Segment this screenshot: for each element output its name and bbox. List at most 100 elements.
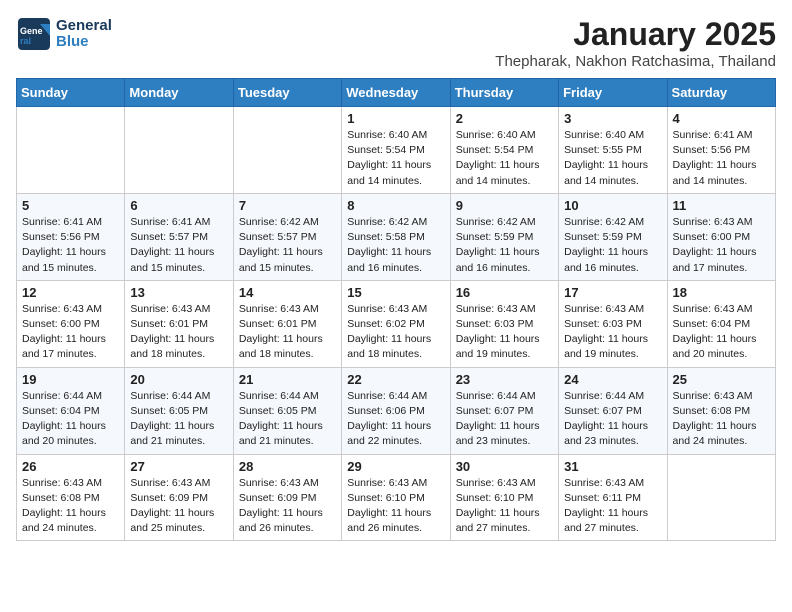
day-number: 31 [564, 459, 661, 474]
day-number: 13 [130, 285, 227, 300]
day-number: 30 [456, 459, 553, 474]
location-subtitle: Thepharak, Nakhon Ratchasima, Thailand [495, 53, 776, 70]
calendar-cell: 27 Sunrise: 6:43 AM Sunset: 6:09 PM Dayli… [125, 454, 233, 541]
calendar-week-row: 12Sunrise: 6:43 AM Sunset: 6:00 PM Dayli… [17, 280, 776, 367]
calendar-cell: 7Sunrise: 6:42 AM Sunset: 5:57 PM Daylig… [233, 193, 341, 280]
calendar-cell [667, 454, 775, 541]
calendar-cell: 16 Sunrise: 6:43 AM Sunset: 6:03 PM Dayli… [450, 280, 558, 367]
logo: Gene ral General Blue [16, 16, 112, 52]
day-info: Sunrise: 6:44 AM Sunset: 6:07 PM Dayligh… [456, 389, 553, 450]
day-number: 17 [564, 285, 661, 300]
day-info: Sunrise: 6:43 AM Sunset: 6:02 PM Dayligh… [347, 302, 444, 363]
day-number: 1 [347, 111, 444, 126]
day-number: 22 [347, 372, 444, 387]
day-info: Sunrise: 6:42 AM Sunset: 5:59 PM Dayligh… [456, 215, 553, 276]
day-info: Sunrise: 6:43 AM Sunset: 6:01 PM Dayligh… [239, 302, 336, 363]
day-number: 6 [130, 198, 227, 213]
day-info: Sunrise: 6:41 AM Sunset: 5:57 PM Dayligh… [130, 215, 227, 276]
day-info: Sunrise: 6:40 AM Sunset: 5:54 PM Dayligh… [347, 128, 444, 189]
day-info: Sunrise: 6:43 AM Sunset: 6:03 PM Dayligh… [456, 302, 553, 363]
day-info: Sunrise: 6:42 AM Sunset: 5:58 PM Dayligh… [347, 215, 444, 276]
day-number: 27 [130, 459, 227, 474]
day-number: 9 [456, 198, 553, 213]
calendar-cell: 19 Sunrise: 6:44 AM Sunset: 6:04 PM Dayli… [17, 367, 125, 454]
day-info: Sunrise: 6:42 AM Sunset: 5:59 PM Dayligh… [564, 215, 661, 276]
day-number: 11 [673, 198, 770, 213]
day-number: 28 [239, 459, 336, 474]
weekday-header-saturday: Saturday [667, 79, 775, 107]
calendar-cell: 2Sunrise: 6:40 AM Sunset: 5:54 PM Daylig… [450, 107, 558, 194]
day-info: Sunrise: 6:43 AM Sunset: 6:09 PM Dayligh… [130, 476, 227, 537]
calendar-week-row: 19 Sunrise: 6:44 AM Sunset: 6:04 PM Dayli… [17, 367, 776, 454]
weekday-header-sunday: Sunday [17, 79, 125, 107]
calendar-cell: 20Sunrise: 6:44 AM Sunset: 6:05 PM Dayli… [125, 367, 233, 454]
day-info: Sunrise: 6:43 AM Sunset: 6:08 PM Dayligh… [673, 389, 770, 450]
calendar-cell: 29 Sunrise: 6:43 AM Sunset: 6:10 PM Dayli… [342, 454, 450, 541]
day-number: 23 [456, 372, 553, 387]
day-info: Sunrise: 6:43 AM Sunset: 6:10 PM Dayligh… [456, 476, 553, 537]
calendar-cell [233, 107, 341, 194]
svg-text:ral: ral [20, 36, 31, 46]
calendar-cell: 12Sunrise: 6:43 AM Sunset: 6:00 PM Dayli… [17, 280, 125, 367]
day-info: Sunrise: 6:43 AM Sunset: 6:00 PM Dayligh… [673, 215, 770, 276]
calendar-week-row: 1 Sunrise: 6:40 AM Sunset: 5:54 PM Daylig… [17, 107, 776, 194]
day-number: 3 [564, 111, 661, 126]
calendar-cell: 23 Sunrise: 6:44 AM Sunset: 6:07 PM Dayli… [450, 367, 558, 454]
calendar-cell [125, 107, 233, 194]
calendar-cell: 15 Sunrise: 6:43 AM Sunset: 6:02 PM Dayli… [342, 280, 450, 367]
day-info: Sunrise: 6:43 AM Sunset: 6:04 PM Dayligh… [673, 302, 770, 363]
calendar-table: SundayMondayTuesdayWednesdayThursdayFrid… [16, 78, 776, 541]
day-number: 10 [564, 198, 661, 213]
month-title: January 2025 [495, 16, 776, 53]
calendar-cell: 13 Sunrise: 6:43 AM Sunset: 6:01 PM Dayli… [125, 280, 233, 367]
day-number: 8 [347, 198, 444, 213]
day-number: 19 [22, 372, 119, 387]
day-info: Sunrise: 6:43 AM Sunset: 6:03 PM Dayligh… [564, 302, 661, 363]
calendar-header-row: SundayMondayTuesdayWednesdayThursdayFrid… [17, 79, 776, 107]
day-number: 21 [239, 372, 336, 387]
day-number: 26 [22, 459, 119, 474]
calendar-cell: 9 Sunrise: 6:42 AM Sunset: 5:59 PM Daylig… [450, 193, 558, 280]
day-info: Sunrise: 6:43 AM Sunset: 6:08 PM Dayligh… [22, 476, 119, 537]
calendar-cell: 14Sunrise: 6:43 AM Sunset: 6:01 PM Dayli… [233, 280, 341, 367]
svg-text:Gene: Gene [20, 26, 43, 36]
logo-blue-text: Blue [56, 34, 112, 51]
weekday-header-tuesday: Tuesday [233, 79, 341, 107]
day-number: 5 [22, 198, 119, 213]
day-info: Sunrise: 6:44 AM Sunset: 6:06 PM Dayligh… [347, 389, 444, 450]
calendar-cell: 24Sunrise: 6:44 AM Sunset: 6:07 PM Dayli… [559, 367, 667, 454]
day-info: Sunrise: 6:43 AM Sunset: 6:10 PM Dayligh… [347, 476, 444, 537]
day-number: 16 [456, 285, 553, 300]
calendar-cell [17, 107, 125, 194]
calendar-cell: 21Sunrise: 6:44 AM Sunset: 6:05 PM Dayli… [233, 367, 341, 454]
calendar-cell: 18 Sunrise: 6:43 AM Sunset: 6:04 PM Dayli… [667, 280, 775, 367]
day-number: 25 [673, 372, 770, 387]
day-info: Sunrise: 6:41 AM Sunset: 5:56 PM Dayligh… [22, 215, 119, 276]
day-number: 20 [130, 372, 227, 387]
calendar-cell: 17 Sunrise: 6:43 AM Sunset: 6:03 PM Dayli… [559, 280, 667, 367]
day-info: Sunrise: 6:44 AM Sunset: 6:04 PM Dayligh… [22, 389, 119, 450]
day-number: 7 [239, 198, 336, 213]
weekday-header-wednesday: Wednesday [342, 79, 450, 107]
calendar-cell: 30 Sunrise: 6:43 AM Sunset: 6:10 PM Dayli… [450, 454, 558, 541]
day-info: Sunrise: 6:40 AM Sunset: 5:55 PM Dayligh… [564, 128, 661, 189]
day-number: 29 [347, 459, 444, 474]
calendar-week-row: 5 Sunrise: 6:41 AM Sunset: 5:56 PM Daylig… [17, 193, 776, 280]
calendar-cell: 8 Sunrise: 6:42 AM Sunset: 5:58 PM Daylig… [342, 193, 450, 280]
day-number: 15 [347, 285, 444, 300]
calendar-cell: 28Sunrise: 6:43 AM Sunset: 6:09 PM Dayli… [233, 454, 341, 541]
day-number: 12 [22, 285, 119, 300]
calendar-cell: 22 Sunrise: 6:44 AM Sunset: 6:06 PM Dayli… [342, 367, 450, 454]
day-info: Sunrise: 6:41 AM Sunset: 5:56 PM Dayligh… [673, 128, 770, 189]
day-info: Sunrise: 6:43 AM Sunset: 6:11 PM Dayligh… [564, 476, 661, 537]
page-header: Gene ral General Blue January 2025 Theph… [16, 16, 776, 70]
calendar-cell: 25 Sunrise: 6:43 AM Sunset: 6:08 PM Dayli… [667, 367, 775, 454]
title-block: January 2025 Thepharak, Nakhon Ratchasim… [495, 16, 776, 70]
day-info: Sunrise: 6:43 AM Sunset: 6:01 PM Dayligh… [130, 302, 227, 363]
day-number: 2 [456, 111, 553, 126]
day-number: 24 [564, 372, 661, 387]
weekday-header-friday: Friday [559, 79, 667, 107]
logo-icon: Gene ral [16, 16, 52, 52]
day-number: 18 [673, 285, 770, 300]
calendar-cell: 1 Sunrise: 6:40 AM Sunset: 5:54 PM Daylig… [342, 107, 450, 194]
